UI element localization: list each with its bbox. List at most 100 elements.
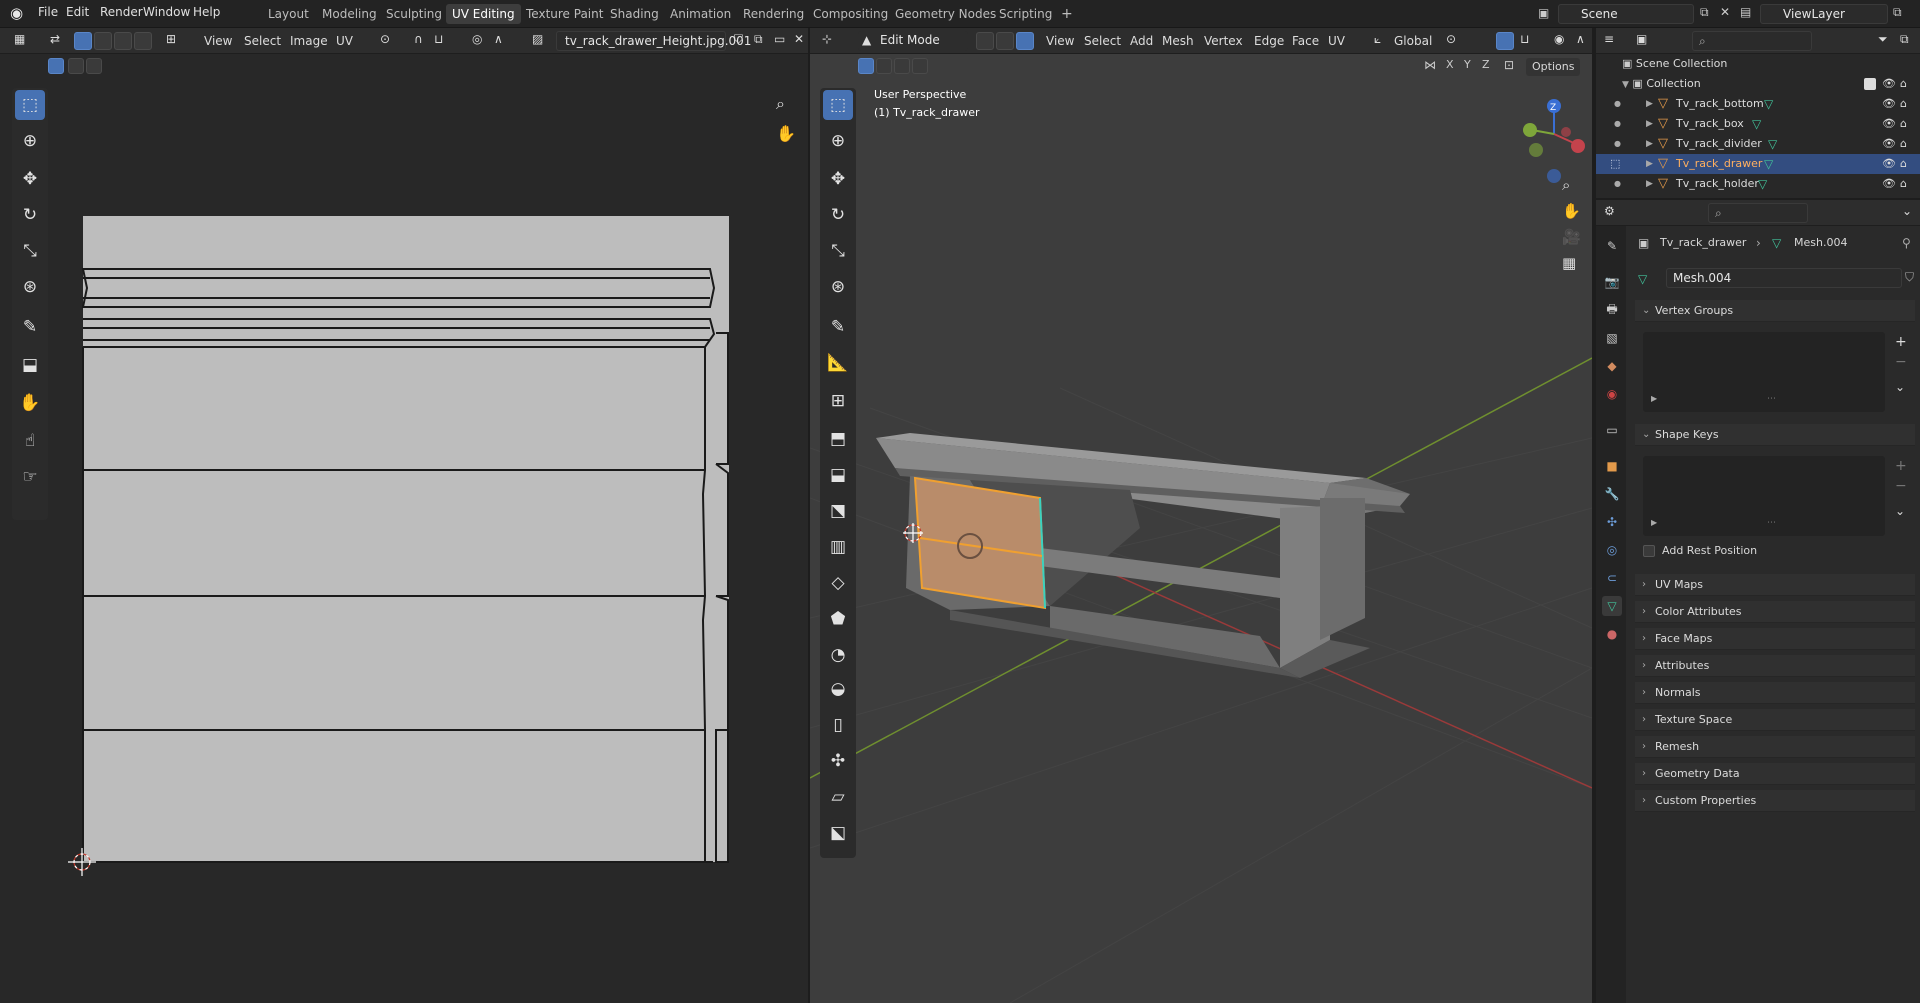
mesh-data-tab-icon[interactable]: ▽ [1602,596,1622,616]
collection-tab-icon[interactable]: ▭ [1602,420,1622,440]
vp-spin-tool-icon[interactable]: ◔ [823,640,853,670]
vp-inset-tool-icon[interactable]: ⬓ [823,460,853,490]
outliner-object-row[interactable]: ● ▶ ▽ Tv_rack_box ▽ 👁 ⌂ [1596,114,1920,134]
vp-rip-tool-icon[interactable]: ⬕ [823,818,853,848]
attributes-panel-header[interactable]: › Attributes [1635,655,1915,677]
vp-shrink-tool-icon[interactable]: ✣ [823,746,853,776]
face-maps-panel-header[interactable]: › Face Maps [1635,628,1915,650]
world-tab-icon[interactable]: ◉ [1602,384,1622,404]
constraints-tab-icon[interactable]: ⊂ [1602,568,1622,588]
new-collection-icon[interactable]: ⧉ [1900,32,1909,47]
vp-grid-view-icon[interactable]: ▦ [1562,254,1576,272]
add-vertex-group-icon[interactable]: + [1895,334,1907,350]
outliner-object-row[interactable]: ● ▶ ▽ Tv_rack_bottom ▽ 👁 ⌂ [1596,94,1920,114]
vp-loop-cut-tool-icon[interactable]: ▥ [823,532,853,562]
normals-panel-header[interactable]: › Normals [1635,682,1915,704]
collection-row[interactable]: ▼ ▣ Collection 👁 ⌂ [1622,74,1907,94]
vp-annotate-tool-icon[interactable]: ✎ [823,312,853,342]
vertex-groups-list[interactable]: ▶ ⋯ [1643,332,1885,412]
vp-add-cube-tool-icon[interactable]: ⊞ [823,386,853,416]
remove-shape-key-icon[interactable]: − [1895,478,1907,494]
render-visibility-icon[interactable]: ⌂ [1900,154,1907,174]
list-expand-icon[interactable]: ▶ [1651,518,1657,527]
vp-extrude-tool-icon[interactable]: ⬒ [823,424,853,454]
vp-rotate-tool-icon[interactable]: ↻ [823,200,853,230]
vp-poly-build-tool-icon[interactable]: ⬟ [823,604,853,634]
view-layer-tab-icon[interactable]: ▧ [1602,328,1622,348]
outliner[interactable]: ≡ ▣ ⌕ ⏷ ⧉ ▣ Scene Collection ▼ ▣ Collect… [1596,28,1920,198]
shape-key-specials-icon[interactable]: ⌄ [1895,504,1905,518]
add-shape-key-icon[interactable]: + [1895,458,1907,474]
render-visibility-icon[interactable]: ⌂ [1900,174,1907,194]
uv-canvas[interactable] [0,28,808,1003]
outliner-object-row[interactable]: ● ▶ ▽ Tv_rack_divider ▽ 👁 ⌂ [1596,134,1920,154]
texture-space-panel-header[interactable]: › Texture Space [1635,709,1915,731]
expand-object-icon[interactable]: ▶ [1646,114,1653,134]
remove-vertex-group-icon[interactable]: − [1895,354,1907,370]
tab-geometry-nodes[interactable]: Geometry Nodes [889,4,1002,24]
modifier-tab-icon[interactable]: 🔧 [1602,484,1622,504]
geometry-data-panel-header[interactable]: › Geometry Data [1635,763,1915,785]
new-scene-icon[interactable]: ⧉ [1700,5,1709,20]
scene-tab-icon[interactable]: ◆ [1602,356,1622,376]
tab-shading[interactable]: Shading [604,4,665,24]
navigation-gizmo[interactable]: Z [1510,88,1586,198]
vertex-group-specials-icon[interactable]: ⌄ [1895,380,1905,394]
scene-selector-icon[interactable]: ▣ [1538,6,1549,20]
outliner-type-icon[interactable]: ≡ [1604,32,1614,46]
output-tab-icon[interactable]: 🖶 [1602,300,1622,320]
collection-checkbox[interactable] [1864,78,1876,90]
shape-keys-panel-header[interactable]: ⌄ Shape Keys [1635,424,1915,446]
delete-scene-icon[interactable]: ✕ [1720,5,1730,19]
vp-pan-icon[interactable]: ✋ [1562,202,1581,220]
view-layer-field[interactable]: ViewLayer [1760,4,1888,24]
expand-object-icon[interactable]: ▶ [1646,94,1653,114]
expand-object-icon[interactable]: ▶ [1646,134,1653,154]
render-visibility-icon[interactable]: ⌂ [1900,114,1907,134]
menu-edit[interactable]: Edit [66,5,89,19]
tab-scripting[interactable]: Scripting [993,4,1058,24]
tool-tab-icon[interactable]: ✎ [1602,236,1622,256]
vp-move-tool-icon[interactable]: ✥ [823,164,853,194]
properties-search-field[interactable]: ⌕ [1708,203,1808,223]
properties-type-icon[interactable]: ⚙ [1604,204,1615,218]
expand-object-icon[interactable]: ▶ [1646,174,1653,194]
view-layer-icon[interactable]: ▤ [1740,5,1751,19]
vp-zoom-icon[interactable]: ⌕ [1562,176,1570,194]
tab-rendering[interactable]: Rendering [737,4,810,24]
display-mode-icon[interactable]: ▣ [1636,32,1647,46]
custom-properties-panel-header[interactable]: › Custom Properties [1635,790,1915,812]
fake-user-shield-icon[interactable]: ⛉ [1905,270,1914,285]
mesh-name-field[interactable]: Mesh.004 [1666,268,1902,288]
viewport-scene[interactable] [810,28,1592,1003]
outliner-object-row-selected[interactable]: ⬚ ▶ ▽ Tv_rack_drawer ▽ 👁 ⌂ [1596,154,1920,174]
uv-editor[interactable]: ▦ ⇄ ⊞ View Select Image UV ⊙ ∩ ⊔ ◎ ∧ ▨ t… [0,28,808,1003]
mesh-browse-icon[interactable]: ▽ [1638,272,1647,286]
visibility-icon[interactable]: 👁 [1882,94,1896,114]
tab-sculpting[interactable]: Sculpting [380,4,448,24]
remesh-panel-header[interactable]: › Remesh [1635,736,1915,758]
filter-icon[interactable]: ⏷ [1878,32,1888,47]
visibility-icon[interactable]: 👁 [1882,114,1896,134]
3d-viewport[interactable]: ⊹ ▲ Edit Mode View Select Add Mesh Verte… [810,28,1592,1003]
properties-options-icon[interactable]: ⌄ [1902,204,1912,218]
list-expand-icon[interactable]: ▶ [1651,394,1657,403]
vp-bevel-tool-icon[interactable]: ⬔ [823,496,853,526]
object-tab-icon[interactable]: ■ [1602,456,1622,476]
new-view-layer-icon[interactable]: ⧉ [1893,5,1902,20]
pin-icon[interactable]: ⚲ [1902,236,1911,250]
tab-compositing[interactable]: Compositing [807,4,894,24]
vp-smooth-tool-icon[interactable]: ◒ [823,674,853,704]
vp-transform-tool-icon[interactable]: ⊛ [823,272,853,302]
collection-render-icon[interactable]: ⌂ [1900,74,1907,94]
menu-render[interactable]: Render [100,5,143,19]
visibility-icon[interactable]: 👁 [1882,174,1896,194]
menu-help[interactable]: Help [193,5,220,19]
render-visibility-icon[interactable]: ⌂ [1900,134,1907,154]
menu-window[interactable]: Window [143,5,190,19]
outliner-object-row[interactable]: ● ▶ ▽ Tv_rack_holder ▽ 👁 ⌂ [1596,174,1920,194]
color-attributes-panel-header[interactable]: › Color Attributes [1635,601,1915,623]
expand-object-icon[interactable]: ▶ [1646,154,1653,174]
menu-file[interactable]: File [38,5,58,19]
physics-tab-icon[interactable]: ◎ [1602,540,1622,560]
